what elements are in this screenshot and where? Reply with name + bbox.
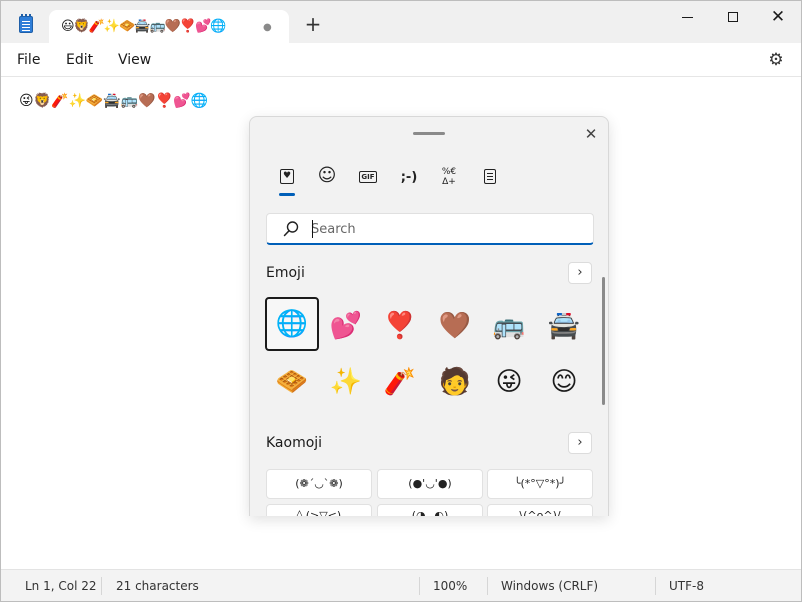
emoji-item-waffle[interactable]: 🧇 — [265, 355, 319, 409]
tab-favorites[interactable]: ♥ — [272, 163, 302, 189]
tab-gif[interactable]: GIF — [353, 163, 383, 189]
status-bar: Ln 1, Col 22 21 characters 100% Windows … — [1, 569, 801, 601]
tab-symbols[interactable]: %€ Δ+ — [434, 163, 464, 189]
drag-handle[interactable] — [413, 132, 445, 135]
kaomoji-item[interactable]: (❁´◡`❁) — [266, 469, 372, 499]
kaomoji-item[interactable]: (●'◡'●) — [377, 469, 483, 499]
search-input[interactable] — [311, 218, 581, 240]
text-caret — [312, 220, 313, 238]
kaomoji-item[interactable]: \(^o^)/ — [487, 504, 593, 516]
symbols-bottom: Δ+ — [442, 176, 456, 187]
status-divider — [101, 577, 102, 595]
panel-close-button[interactable]: ✕ — [582, 125, 600, 143]
kaomoji-section-title: Kaomoji — [266, 435, 323, 451]
document-tab[interactable]: 😃🦁🧨✨🧇🚔🚌🤎❣️💕🌐 ● — [49, 10, 289, 44]
settings-gear-icon[interactable]: ⚙ — [767, 51, 785, 69]
kaomoji-text: (>▽<) — [305, 509, 342, 516]
gif-icon: GIF — [359, 170, 377, 183]
tab-clipboard[interactable] — [475, 163, 505, 189]
emoji-section-title: Emoji — [266, 265, 305, 281]
emoji-item-brown-heart[interactable]: 🤎 — [428, 299, 482, 353]
tab-title: 😃🦁🧨✨🧇🚔🚌🤎❣️💕🌐 — [61, 19, 226, 34]
emoji-item-bus[interactable]: 🚌 — [482, 299, 536, 353]
unsaved-dot-icon[interactable]: ● — [263, 23, 272, 33]
kaomoji-more-button[interactable]: › — [568, 432, 592, 454]
symbols-top: %€ — [441, 166, 457, 177]
panel-scrollbar[interactable] — [602, 277, 605, 405]
kaomoji-item[interactable]: ╰(*°▽°*)╯ — [487, 469, 593, 499]
minimize-icon — [681, 16, 693, 18]
emoji-item-heart-exclamation[interactable]: ❣️ — [373, 299, 427, 353]
editor-content: 😜🦁🧨✨🧇🚔🚌🤎❣️💕🌐 — [19, 93, 208, 109]
emoji-item-two-hearts[interactable]: 💕 — [319, 299, 373, 353]
character-count: 21 characters — [116, 579, 199, 593]
emoji-item-globe[interactable]: 🌐 — [265, 297, 319, 351]
status-divider — [655, 577, 656, 595]
cursor-position[interactable]: Ln 1, Col 22 — [25, 570, 97, 601]
line-ending[interactable]: Windows (CRLF) — [501, 570, 598, 601]
zoom-level[interactable]: 100% — [433, 570, 467, 601]
kaomoji-item[interactable]: ◊ (>▽<) — [266, 504, 372, 516]
active-tab-indicator — [279, 193, 295, 196]
new-tab-button[interactable]: + — [301, 13, 325, 37]
status-divider — [419, 577, 420, 595]
close-button[interactable]: ✕ — [755, 1, 801, 33]
tab-kaomoji[interactable]: ;-) — [394, 163, 424, 189]
clipboard-icon — [484, 169, 496, 184]
maximize-icon — [728, 12, 738, 22]
tab-emoji[interactable]: ☺ — [312, 163, 342, 189]
kaomoji-text: ◊ — [296, 509, 303, 516]
menu-file[interactable]: File — [17, 43, 40, 77]
symbols-icon: %€ Δ+ — [440, 167, 458, 187]
search-icon — [283, 221, 299, 237]
emoji-item-zany-face[interactable]: 😜 — [482, 355, 536, 409]
status-divider — [487, 577, 488, 595]
kaomoji-icon: ;-) — [400, 170, 418, 185]
title-bar[interactable]: 😃🦁🧨✨🧇🚔🚌🤎❣️💕🌐 ● + ✕ — [1, 1, 801, 44]
encoding[interactable]: UTF-8 — [669, 570, 704, 601]
search-box[interactable] — [266, 213, 594, 245]
emoji-item-smiling-face[interactable]: 😊 — [537, 355, 591, 409]
emoji-item-person[interactable]: 🧑 — [428, 355, 482, 409]
kaomoji-item[interactable]: (◑‿◐) — [377, 504, 483, 516]
emoji-item-police-car[interactable]: 🚔 — [537, 299, 591, 353]
emoji-panel: ✕ ♥ ☺ GIF ;-) %€ Δ+ Emoji › 🌐 💕 ❣️ 🤎 🚌 🚔… — [249, 116, 609, 516]
maximize-button[interactable] — [710, 1, 756, 33]
emoji-more-button[interactable]: › — [568, 262, 592, 284]
emoji-item-sparkles[interactable]: ✨ — [319, 355, 373, 409]
minimize-button[interactable] — [664, 1, 710, 33]
heart-icon: ♥ — [280, 169, 294, 184]
menu-view[interactable]: View — [118, 43, 151, 77]
emoji-item-firecracker[interactable]: 🧨 — [373, 355, 427, 409]
menu-edit[interactable]: Edit — [66, 43, 93, 77]
smiley-icon: ☺ — [317, 165, 337, 186]
menu-bar: File Edit View ⚙ — [1, 43, 801, 77]
notepad-icon — [19, 14, 33, 33]
